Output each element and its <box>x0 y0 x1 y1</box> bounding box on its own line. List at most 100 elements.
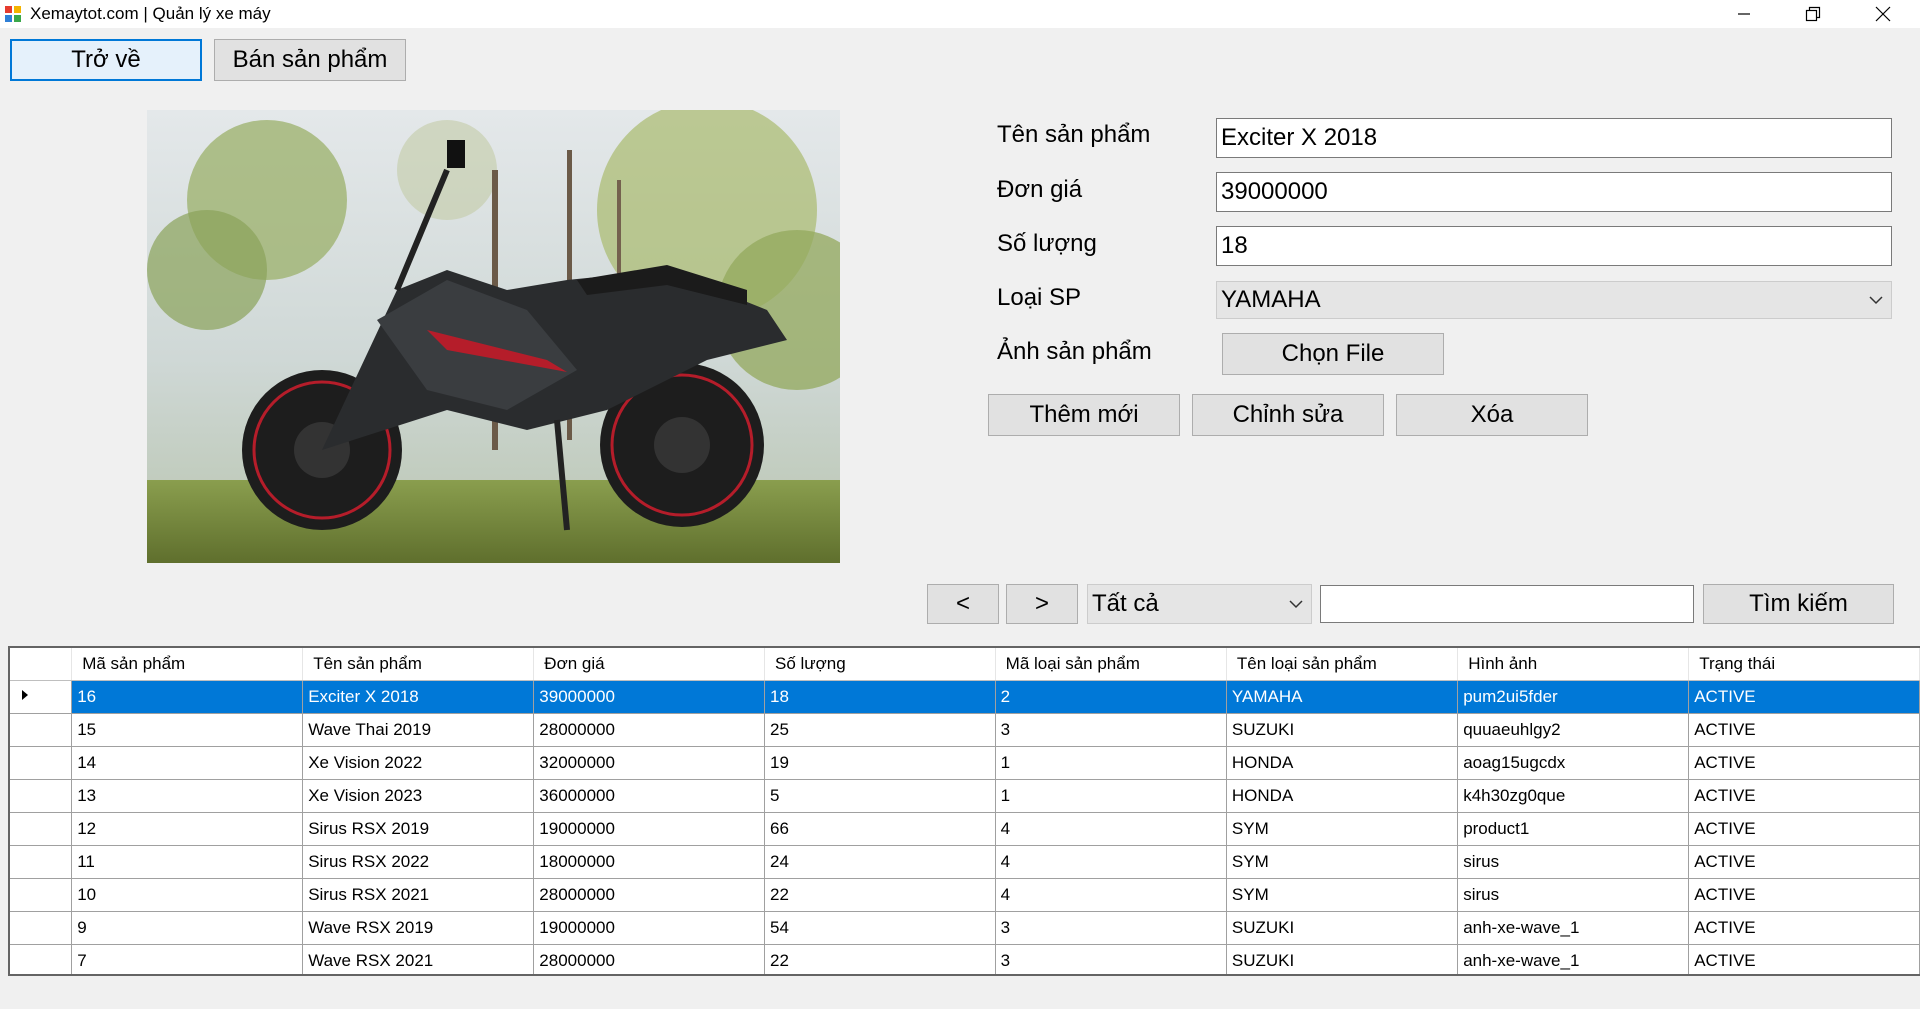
column-header[interactable]: Mã sản phẩm <box>71 648 304 681</box>
table-cell[interactable]: 1 <box>995 779 1227 813</box>
table-cell[interactable]: 18000000 <box>533 845 765 879</box>
table-cell[interactable]: Wave RSX 2021 <box>302 944 535 974</box>
column-header[interactable]: Tên loại sản phẩm <box>1226 648 1459 681</box>
table-cell[interactable]: 3 <box>995 911 1227 945</box>
table-cell[interactable]: product1 <box>1457 812 1690 846</box>
delete-button[interactable]: Xóa <box>1396 394 1588 436</box>
column-header[interactable]: Hình ảnh <box>1457 648 1690 681</box>
table-cell[interactable]: 54 <box>764 911 996 945</box>
table-cell[interactable]: 28000000 <box>533 713 765 747</box>
table-row[interactable]: 16 Exciter X 2018 39000000 18 2 YAMAHA p… <box>10 680 1920 714</box>
column-header[interactable]: Tên sản phẩm <box>302 648 535 681</box>
table-cell[interactable]: Sirus RSX 2019 <box>302 812 535 846</box>
table-cell[interactable]: 10 <box>71 878 304 912</box>
prev-page-button[interactable]: < <box>927 584 999 624</box>
column-header[interactable]: Đơn giá <box>533 648 765 681</box>
table-cell[interactable]: 7 <box>71 944 304 974</box>
column-header[interactable]: Mã loại sản phẩm <box>995 648 1227 681</box>
table-row[interactable]: 9 Wave RSX 2019 19000000 54 3 SUZUKI anh… <box>10 911 1920 945</box>
table-cell[interactable]: 12 <box>71 812 304 846</box>
table-cell[interactable]: ACTIVE <box>1688 944 1920 974</box>
table-cell[interactable]: 4 <box>995 845 1227 879</box>
table-cell[interactable]: 24 <box>764 845 996 879</box>
table-cell[interactable]: SYM <box>1226 812 1459 846</box>
choose-file-button[interactable]: Chọn File <box>1222 333 1444 375</box>
row-selector[interactable] <box>10 713 73 747</box>
table-cell[interactable]: 3 <box>995 713 1227 747</box>
table-cell[interactable]: 18 <box>764 680 996 714</box>
edit-button[interactable]: Chỉnh sửa <box>1192 394 1384 436</box>
name-field[interactable]: Exciter X 2018 <box>1216 118 1892 158</box>
table-cell[interactable]: aoag15ugcdx <box>1457 746 1690 780</box>
table-cell[interactable]: ACTIVE <box>1688 680 1920 714</box>
table-cell[interactable]: 28000000 <box>533 878 765 912</box>
row-selector[interactable] <box>10 845 73 879</box>
table-cell[interactable]: 9 <box>71 911 304 945</box>
back-button[interactable]: Trở về <box>10 39 202 81</box>
table-row[interactable]: 11 Sirus RSX 2022 18000000 24 4 SYM siru… <box>10 845 1920 879</box>
table-cell[interactable]: ACTIVE <box>1688 845 1920 879</box>
table-cell[interactable]: sirus <box>1457 878 1690 912</box>
next-page-button[interactable]: > <box>1006 584 1078 624</box>
minimize-button[interactable] <box>1710 0 1778 28</box>
table-cell[interactable]: Xe Vision 2022 <box>302 746 535 780</box>
table-cell[interactable]: 19000000 <box>533 911 765 945</box>
search-input[interactable] <box>1320 585 1694 623</box>
column-header[interactable]: Số lượng <box>764 648 996 681</box>
table-cell[interactable]: SYM <box>1226 845 1459 879</box>
table-cell[interactable]: 25 <box>764 713 996 747</box>
table-cell[interactable]: YAMAHA <box>1226 680 1459 714</box>
table-row[interactable]: 12 Sirus RSX 2019 19000000 66 4 SYM prod… <box>10 812 1920 846</box>
table-cell[interactable]: 3 <box>995 944 1227 974</box>
close-button[interactable] <box>1849 0 1917 28</box>
table-cell[interactable]: Sirus RSX 2021 <box>302 878 535 912</box>
table-cell[interactable]: sirus <box>1457 845 1690 879</box>
add-button[interactable]: Thêm mới <box>988 394 1180 436</box>
table-cell[interactable]: 19000000 <box>533 812 765 846</box>
table-cell[interactable]: 15 <box>71 713 304 747</box>
table-cell[interactable]: 16 <box>71 680 304 714</box>
price-field[interactable]: 39000000 <box>1216 172 1892 212</box>
table-cell[interactable]: HONDA <box>1226 746 1459 780</box>
row-selector[interactable] <box>10 911 73 945</box>
table-cell[interactable]: 32000000 <box>533 746 765 780</box>
table-cell[interactable]: 22 <box>764 878 996 912</box>
table-row[interactable]: 7 Wave RSX 2021 28000000 22 3 SUZUKI anh… <box>10 944 1920 974</box>
table-cell[interactable]: 4 <box>995 878 1227 912</box>
row-selector[interactable] <box>10 878 73 912</box>
table-cell[interactable]: HONDA <box>1226 779 1459 813</box>
table-cell[interactable]: ACTIVE <box>1688 878 1920 912</box>
row-selector[interactable] <box>10 944 73 974</box>
search-button[interactable]: Tìm kiếm <box>1703 584 1894 624</box>
table-cell[interactable]: 1 <box>995 746 1227 780</box>
table-row[interactable]: 15 Wave Thai 2019 28000000 25 3 SUZUKI q… <box>10 713 1920 747</box>
table-cell[interactable]: SUZUKI <box>1226 944 1459 974</box>
table-cell[interactable]: 22 <box>764 944 996 974</box>
table-cell[interactable]: k4h30zg0que <box>1457 779 1690 813</box>
table-row[interactable]: 14 Xe Vision 2022 32000000 19 1 HONDA ao… <box>10 746 1920 780</box>
table-cell[interactable]: 39000000 <box>533 680 765 714</box>
quantity-field[interactable]: 18 <box>1216 226 1892 266</box>
table-cell[interactable]: Sirus RSX 2022 <box>302 845 535 879</box>
table-cell[interactable]: anh-xe-wave_1 <box>1457 944 1690 974</box>
table-cell[interactable]: 36000000 <box>533 779 765 813</box>
table-cell[interactable]: quuaeuhlgy2 <box>1457 713 1690 747</box>
table-cell[interactable]: 28000000 <box>533 944 765 974</box>
table-cell[interactable]: SYM <box>1226 878 1459 912</box>
table-cell[interactable]: 4 <box>995 812 1227 846</box>
table-cell[interactable]: SUZUKI <box>1226 911 1459 945</box>
table-cell[interactable]: ACTIVE <box>1688 746 1920 780</box>
table-cell[interactable]: Exciter X 2018 <box>302 680 535 714</box>
product-table[interactable]: Mã sản phẩm Tên sản phẩm Đơn giá Số lượn… <box>8 646 1920 976</box>
table-cell[interactable]: 2 <box>995 680 1227 714</box>
table-cell[interactable]: Wave RSX 2019 <box>302 911 535 945</box>
row-selector[interactable] <box>10 812 73 846</box>
table-cell[interactable]: ACTIVE <box>1688 911 1920 945</box>
table-cell[interactable]: pum2ui5fder <box>1457 680 1690 714</box>
table-cell[interactable]: ACTIVE <box>1688 779 1920 813</box>
table-cell[interactable]: ACTIVE <box>1688 812 1920 846</box>
row-selector[interactable] <box>10 746 73 780</box>
restore-button[interactable] <box>1779 0 1847 28</box>
table-cell[interactable]: 66 <box>764 812 996 846</box>
row-selector[interactable] <box>10 680 73 714</box>
